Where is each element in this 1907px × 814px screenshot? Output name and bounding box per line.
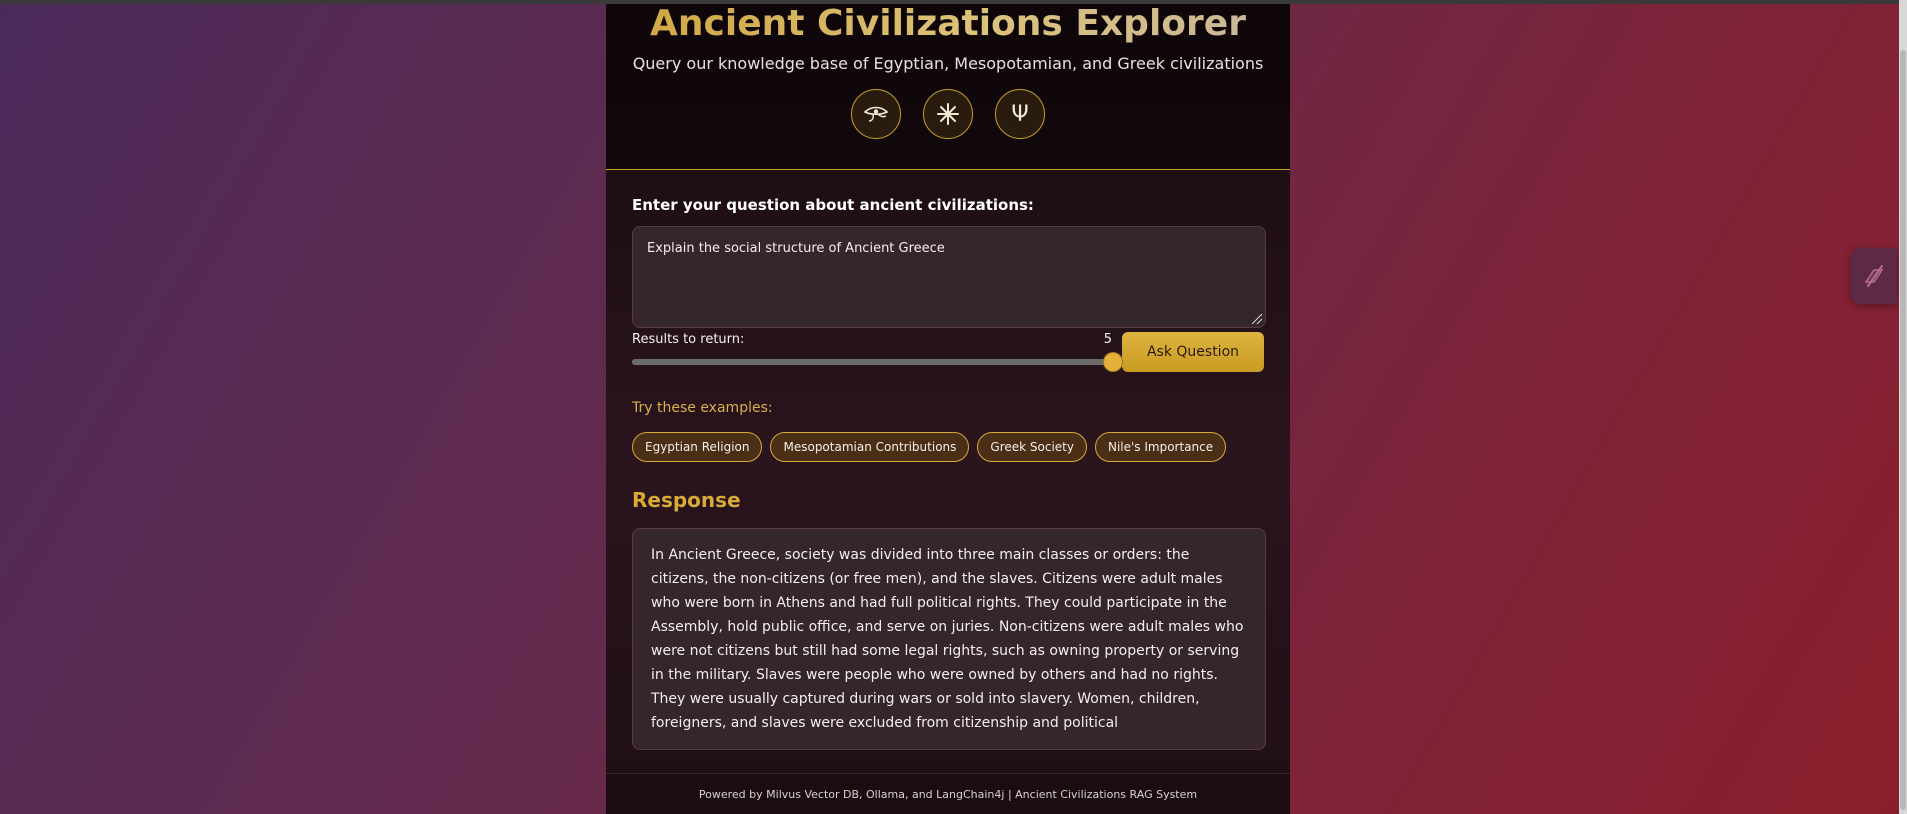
floating-tool-widget[interactable] xyxy=(1851,248,1897,304)
page-footer: Powered by Milvus Vector DB, Ollama, and… xyxy=(606,773,1290,814)
results-value: 5 xyxy=(1103,332,1112,347)
results-slider-track xyxy=(632,359,1112,365)
results-slider-group: Results to return: 5 xyxy=(632,332,1122,371)
main-panel: Ancient Civilizations Explorer Query our… xyxy=(606,4,1290,814)
page-scrollbar[interactable] xyxy=(1899,0,1907,814)
question-input[interactable]: Explain the social structure of Ancient … xyxy=(632,226,1266,328)
trident-icon: Ψ xyxy=(995,89,1045,139)
scrollbar-thumb[interactable] xyxy=(1900,50,1906,810)
page-title: Ancient Civilizations Explorer xyxy=(606,4,1290,44)
examples-title: Try these examples: xyxy=(632,400,773,416)
tool-icon xyxy=(1864,265,1884,287)
eye-of-horus-icon xyxy=(851,89,901,139)
results-slider-thumb[interactable] xyxy=(1104,353,1122,371)
trident-glyph: Ψ xyxy=(1011,101,1029,127)
sun-disc-icon xyxy=(923,89,973,139)
query-section: Enter your question about ancient civili… xyxy=(606,170,1290,750)
example-niles-importance[interactable]: Nile's Importance xyxy=(1094,432,1227,462)
ask-question-button[interactable]: Ask Question xyxy=(1122,332,1264,372)
example-mesopotamian-contributions[interactable]: Mesopotamian Contributions xyxy=(770,432,970,462)
civilization-icons: Ψ xyxy=(606,89,1290,139)
results-label: Results to return: xyxy=(632,332,745,347)
page-header: Ancient Civilizations Explorer Query our… xyxy=(606,4,1290,170)
results-slider[interactable] xyxy=(632,353,1122,371)
page-subtitle: Query our knowledge base of Egyptian, Me… xyxy=(632,54,1264,73)
example-list: Egyptian Religion Mesopotamian Contribut… xyxy=(632,432,1264,462)
response-text: In Ancient Greece, society was divided i… xyxy=(651,547,1244,731)
query-controls: Results to return: 5 Ask Question xyxy=(632,332,1264,372)
resize-grip-icon[interactable] xyxy=(1252,314,1262,324)
example-egyptian-religion[interactable]: Egyptian Religion xyxy=(632,432,763,462)
response-box: In Ancient Greece, society was divided i… xyxy=(632,528,1266,750)
response-title: Response xyxy=(632,488,741,512)
question-value: Explain the social structure of Ancient … xyxy=(647,241,945,256)
question-label: Enter your question about ancient civili… xyxy=(632,196,1034,214)
footer-text: Powered by Milvus Vector DB, Ollama, and… xyxy=(698,787,1198,801)
example-greek-society[interactable]: Greek Society xyxy=(977,432,1087,462)
